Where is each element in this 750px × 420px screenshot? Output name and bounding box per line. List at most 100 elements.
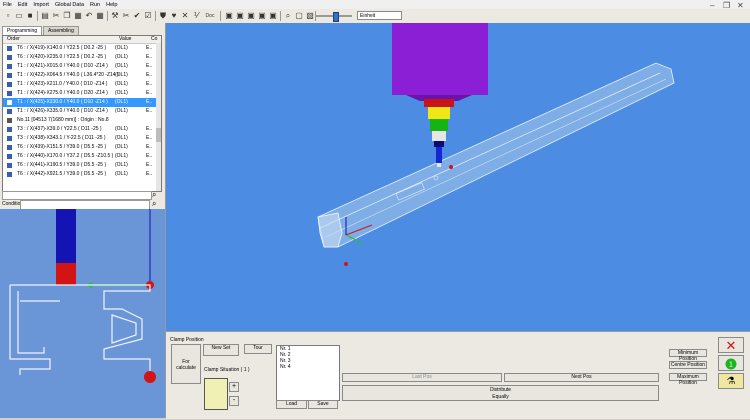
list-item[interactable]: T6 : / X(440)-X170.0 / Y37.2 ( D5.5 -Z10… [3, 152, 161, 161]
list-item[interactable]: T6 : / X(439)-X151.5 / Y39.0 ( D5.5 -25 … [3, 143, 161, 152]
operation-icon [7, 64, 12, 69]
for-calculate-button[interactable]: For calculate [171, 344, 201, 384]
tab-strip: Programming Assembling [2, 26, 80, 35]
new-file-icon[interactable]: ▫ [3, 11, 13, 21]
load-button[interactable]: Load [276, 400, 307, 409]
add-clamp-button[interactable]: + [229, 382, 239, 392]
list-item[interactable]: T1 : / X(426)-X335.0 / Y40.0 ( D10 -Z14 … [3, 107, 161, 116]
speed-slider-thumb[interactable] [333, 12, 339, 22]
equally-label: Equally [492, 394, 509, 400]
menu-import[interactable]: Import [30, 2, 52, 8]
print-icon[interactable]: ▤ [40, 11, 50, 21]
menu-edit[interactable]: Edit [15, 2, 30, 8]
list-item[interactable]: T1 : / X(423)-X211.0 / Y40.0 ( D10 -Z14 … [3, 80, 161, 89]
view-iso-icon[interactable]: ▣ [257, 11, 267, 21]
row-text: T6 : / X(440)-X170.0 / Y37.2 ( D5.5 -Z10… [17, 153, 114, 159]
operation-icon [7, 154, 12, 159]
clamp-list[interactable]: Nr. 1 Nr. 2 Nr. 3 Nr. 4 [276, 345, 340, 401]
new-set-button[interactable]: New Set [203, 344, 239, 356]
program-list[interactable]: Order Value Co T6 : / X(419)-X140.0 / Y2… [2, 35, 162, 192]
view-front-icon[interactable]: ▣ [235, 11, 245, 21]
step-one-button[interactable]: 1 [718, 355, 744, 371]
tab-assembling[interactable]: Assembling [43, 26, 79, 35]
measure-icon[interactable]: ⅟ [191, 11, 201, 21]
checkbox-icon[interactable]: ☑ [143, 11, 153, 21]
open-folder-icon[interactable]: ▭ [14, 11, 24, 21]
list-item[interactable]: T3 : / X(437)-X39.0 / Y22.5 ( D11 -25 ) (… [3, 125, 161, 134]
row-value: (OL1) [115, 72, 128, 78]
list-item[interactable]: T3 : / X(438)-X343.1 / Y-22.5 ( D11 -25 … [3, 134, 161, 143]
save-icon[interactable]: ■ [25, 11, 35, 21]
zoom-icon[interactable]: ⌕ [283, 11, 293, 21]
zoom-icon-small[interactable]: ⌕ [152, 199, 156, 209]
distribute-equally-button[interactable]: Distribute Equally [342, 385, 659, 401]
list-item[interactable]: T1 : / X(424)-X275.0 / Y40.0 ( D20 -Z14 … [3, 89, 161, 98]
save-button[interactable]: Save [308, 400, 338, 409]
unit-combo[interactable]: Einheit [357, 11, 402, 20]
grid-icon[interactable]: ▦ [95, 11, 105, 21]
green-circle-icon: 1 [725, 358, 737, 370]
restore-icon[interactable]: ❐ [723, 1, 730, 10]
row-co: E.. [146, 126, 153, 132]
list-item[interactable]: T6 : / X(442)-X921.5 / Y39.0 ( D5.5 -25 … [3, 170, 161, 179]
heart-icon[interactable]: ♥ [169, 11, 179, 21]
row-value: (OL1) [115, 90, 128, 96]
undo-icon[interactable]: ↶ [84, 11, 94, 21]
row-text: T1 : / X(423)-X211.0 / Y40.0 ( D10 -Z14 … [17, 81, 108, 87]
list-item[interactable]: T6 : / X(441)-X190.5 / Y39.0 ( D5.5 -25 … [3, 161, 161, 170]
view-side-icon[interactable]: ▣ [246, 11, 256, 21]
cut-icon[interactable]: ✂ [51, 11, 61, 21]
menu-global-data[interactable]: Global Data [52, 2, 87, 8]
centre-position-button[interactable]: Centre Position [669, 361, 707, 369]
minimum-position-button[interactable]: Minimum Position [669, 349, 707, 362]
paste-icon[interactable]: ▦ [73, 11, 83, 21]
next-pos-button[interactable]: Next Pos [504, 373, 659, 382]
menu-run[interactable]: Run [87, 2, 103, 8]
view-3d-icon[interactable]: ▣ [268, 11, 278, 21]
check-icon[interactable]: ✔ [132, 11, 142, 21]
view-top-icon[interactable]: ▣ [224, 11, 234, 21]
list-item[interactable]: No.11 [04513 7(1680 mm)] : Origin : No.8 [3, 116, 161, 125]
operation-icon [7, 73, 12, 78]
machine-scene-svg [317, 23, 675, 266]
scissors-icon[interactable]: ✂ [121, 11, 131, 21]
maximum-position-button[interactable]: Maximum Position [669, 373, 707, 386]
wizard-icon[interactable]: ⚗ [718, 373, 744, 389]
list-item[interactable]: T1 : / X(425)-X330.0 / Y40.0 ( D10 -Z14 … [3, 98, 161, 107]
list-item[interactable]: T1 : / X(422)-X064.5 / Y40.0 ( L36.4*20 … [3, 71, 161, 80]
doc-button[interactable]: Doc [203, 11, 217, 21]
3d-viewport[interactable] [166, 23, 750, 331]
tool-icon[interactable]: ⚒ [110, 11, 120, 21]
remove-clamp-button[interactable]: - [229, 396, 239, 406]
pan-icon[interactable]: ▧ [305, 11, 315, 21]
menu-file[interactable]: File [0, 2, 15, 8]
menu-help[interactable]: Help [103, 2, 120, 8]
close-icon[interactable]: ✕ [737, 1, 744, 10]
list-scroll-thumb[interactable] [156, 128, 161, 142]
list-item[interactable]: T6 : / X(419)-X140.0 / Y22.5 ( D0.2 -25 … [3, 44, 161, 53]
search-input[interactable] [2, 191, 152, 200]
row-text: T1 : / X(426)-X335.0 / Y40.0 ( D10 -Z14 … [17, 108, 108, 114]
row-text: T6 : / X(442)-X921.5 / Y39.0 ( D5.5 -25 … [17, 171, 107, 177]
row-co: E.. [146, 90, 153, 96]
fit-icon[interactable]: ▢ [294, 11, 304, 21]
profile-section-view[interactable] [0, 209, 165, 418]
list-scrollbar[interactable] [156, 43, 161, 191]
row-text: No.11 [04513 7(1680 mm)] : Origin : No.8 [17, 117, 109, 123]
copy-icon[interactable]: ❐ [62, 11, 72, 21]
list-item[interactable]: T1 : / X(421)-X015.0 / Y40.0 ( D10 -Z14 … [3, 62, 161, 71]
row-text: T6 : / X(439)-X151.5 / Y39.0 ( D5.5 -25 … [17, 144, 107, 150]
row-co: E.. [146, 135, 153, 141]
operation-icon [7, 127, 12, 132]
clamp-list-item[interactable]: Nr. 4 [277, 364, 339, 370]
tab-programming[interactable]: Programming [2, 26, 43, 35]
close-x-icon[interactable]: ✕ [180, 11, 190, 21]
list-item[interactable]: T6 : / X(420)-X235.0 / Y22.5 ( D0.2 -25 … [3, 53, 161, 62]
operation-icon [7, 172, 12, 177]
tour-button[interactable]: Tour [244, 344, 272, 354]
row-co: E.. [146, 162, 153, 168]
cancel-icon[interactable]: ✕ [718, 337, 744, 353]
shield-icon[interactable]: ⛊ [158, 11, 168, 21]
minimize-icon[interactable]: – [710, 1, 714, 10]
last-pos-button[interactable]: Last Pos [342, 373, 502, 382]
